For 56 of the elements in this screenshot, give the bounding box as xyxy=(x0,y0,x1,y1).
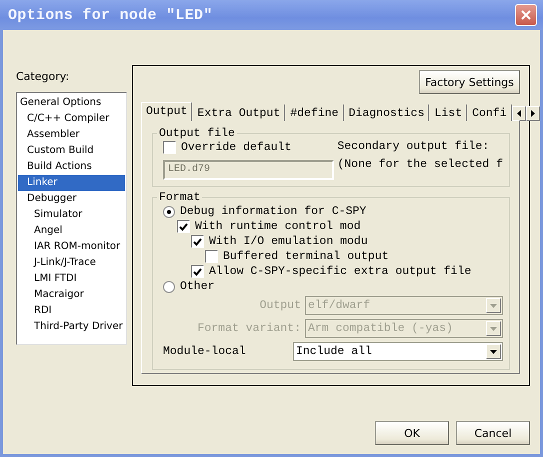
option-label: Buffered terminal output xyxy=(223,250,389,263)
checkbox[interactable] xyxy=(191,235,204,248)
field-label: Output xyxy=(260,299,301,312)
option-label: With I/O emulation modu xyxy=(209,235,368,248)
category-item[interactable]: Assembler xyxy=(18,127,125,143)
category-item[interactable]: Linker xyxy=(18,175,125,191)
tab[interactable]: #define xyxy=(285,104,344,121)
tab[interactable]: Extra Output xyxy=(192,104,286,121)
close-icon xyxy=(521,10,531,20)
right-triangle-icon xyxy=(530,110,535,117)
close-button[interactable] xyxy=(515,4,537,26)
option-label: Allow C-SPY-specific extra output file xyxy=(209,265,472,278)
scroll-right-button[interactable] xyxy=(526,106,540,121)
category-item[interactable]: Angel xyxy=(18,223,125,239)
tab[interactable]: Confi xyxy=(467,104,512,121)
secondary-output-label: Secondary output file: xyxy=(337,140,490,153)
tab[interactable]: List xyxy=(429,104,468,121)
dropdown-arrow-icon xyxy=(490,304,497,308)
category-item[interactable]: IAR ROM-monitor xyxy=(18,239,125,255)
option-label: With runtime control mod xyxy=(195,220,361,233)
category-item[interactable]: J-Link/J-Trace xyxy=(18,255,125,271)
category-item[interactable]: General Options xyxy=(18,95,125,111)
dialog-button[interactable]: OK xyxy=(375,421,449,445)
group-title: Output file xyxy=(158,127,236,140)
option-label: Debug information for C-SPY xyxy=(180,205,366,218)
field-label: Module-local xyxy=(163,345,246,358)
category-item[interactable]: Debugger xyxy=(18,191,125,207)
category-item[interactable]: Simulator xyxy=(18,207,125,223)
category-item[interactable]: Third-Party Driver xyxy=(18,319,125,335)
category-item[interactable]: Build Actions xyxy=(18,159,125,175)
option-label: Override default xyxy=(181,141,292,154)
category-item[interactable]: RDI xyxy=(18,303,125,319)
option-label: Other xyxy=(180,280,215,293)
secondary-output-value: (None for the selected f xyxy=(337,158,503,171)
checkbox[interactable] xyxy=(205,250,218,263)
category-item[interactable]: Custom Build xyxy=(18,143,125,159)
category-item[interactable]: LMI FTDI xyxy=(18,271,125,287)
radio-button[interactable] xyxy=(163,206,175,218)
category-item[interactable]: C/C++ Compiler xyxy=(18,111,125,127)
dropdown[interactable]: Include all xyxy=(293,342,503,361)
group-title: Format xyxy=(158,191,202,204)
factory-settings-button[interactable]: Factory Settings xyxy=(419,70,520,94)
dropdown-arrow-icon xyxy=(490,350,497,354)
dropdown-arrow-icon xyxy=(490,326,497,330)
tab[interactable]: Output xyxy=(141,102,192,121)
checkbox[interactable] xyxy=(163,141,176,154)
checkbox[interactable] xyxy=(177,220,190,233)
window-title: Options for node "LED" xyxy=(8,6,213,24)
checkbox[interactable] xyxy=(191,265,204,278)
category-item[interactable]: Macraigor xyxy=(18,287,125,303)
radio-button[interactable] xyxy=(163,280,175,292)
left-triangle-icon xyxy=(516,110,521,117)
dialog-button[interactable]: Cancel xyxy=(456,421,530,445)
category-label: Category: xyxy=(16,70,70,83)
field-label: Format variant: xyxy=(197,322,301,335)
tab[interactable]: Diagnostics xyxy=(344,104,430,121)
